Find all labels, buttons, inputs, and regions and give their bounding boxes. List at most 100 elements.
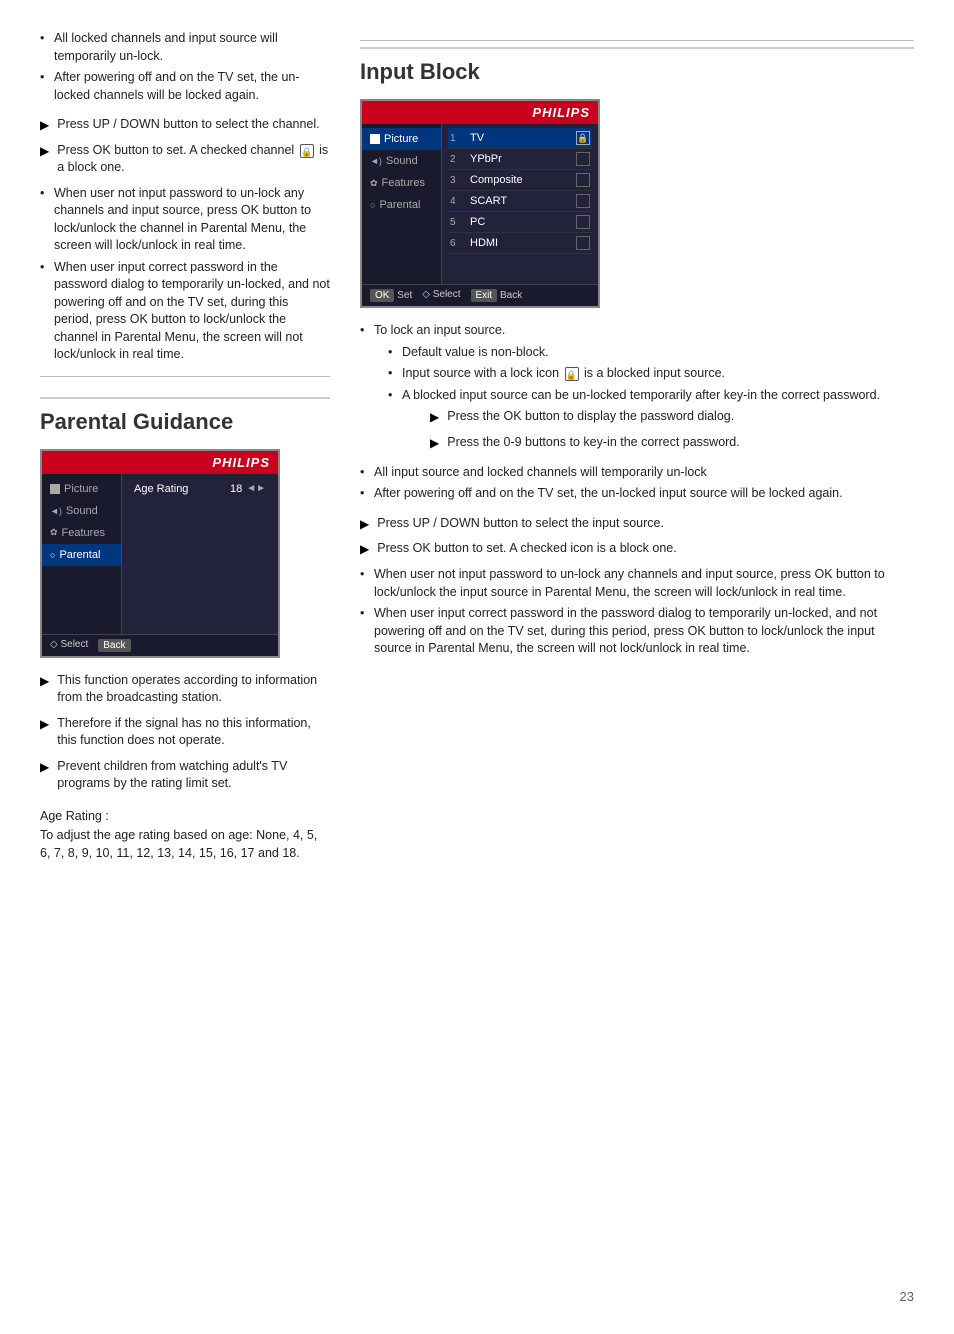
arrow-icon: ▶	[430, 409, 439, 426]
tv-menu-body: Picture ◄) Sound ✿ Features ○ Parental	[42, 474, 278, 634]
sidebar-item-sound[interactable]: ◄) Sound	[42, 500, 121, 522]
row-num: 3	[450, 175, 464, 186]
sound-icon: ◄)	[50, 506, 62, 516]
arrow-text: Press the 0-9 buttons to key-in the corr…	[447, 434, 914, 452]
tv-footer: ◇ Select Back	[42, 634, 278, 656]
row-label: PC	[470, 216, 570, 228]
sub-arrow-1: ▶ Press the OK button to display the pas…	[430, 408, 914, 426]
check-empty-icon	[576, 215, 590, 229]
pg-age-rating-row: Age Rating 18 ◄►	[128, 478, 272, 500]
age-rating-desc: To adjust the age rating based on age: N…	[40, 826, 330, 864]
picture-icon	[370, 134, 380, 144]
sidebar-label: Picture	[384, 133, 418, 145]
input-row-ypbpr: 2 YPbPr	[448, 149, 592, 170]
age-rating-value: 18	[230, 483, 242, 495]
bullet-item: When user not input password to un-lock …	[360, 566, 914, 601]
row-label: HDMI	[470, 237, 570, 249]
arrow-text: Press UP / DOWN button to select the cha…	[57, 116, 330, 134]
row-label: Composite	[470, 174, 570, 186]
check-empty-icon	[576, 152, 590, 166]
mid-bullet-list: When user not input password to un-lock …	[40, 185, 330, 364]
arrow-text: Press UP / DOWN button to select the inp…	[377, 515, 914, 533]
parental-guidance-menu: PHILIPS Picture ◄) Sound ✿ Features	[40, 449, 280, 658]
parental-guidance-title: Parental Guidance	[40, 397, 330, 435]
top-divider	[360, 40, 914, 41]
section-divider	[40, 376, 330, 377]
arrow-icon: ▶	[430, 435, 439, 452]
exit-btn[interactable]: Exit	[471, 289, 498, 302]
arrow-item-2: ▶ Press OK button to set. A checked chan…	[40, 142, 330, 177]
check-empty-icon	[576, 173, 590, 187]
input-block-title: Input Block	[360, 47, 914, 85]
left-column: All locked channels and input source wil…	[40, 30, 330, 863]
age-rating-label: Age Rating	[134, 483, 230, 495]
input-row-scart: 4 SCART	[448, 191, 592, 212]
sub-bullet-list: Default value is non-block. Input source…	[388, 344, 914, 452]
sidebar-item-features[interactable]: ✿ Features	[362, 172, 441, 194]
select-btn: ◇ Select	[50, 639, 88, 652]
row-num: 5	[450, 217, 464, 228]
arrow-icon: ▶	[360, 516, 369, 533]
features-icon: ✿	[50, 527, 58, 538]
sidebar-label: Parental	[379, 199, 420, 211]
parental-arrow-3: ▶ Prevent children from watching adult's…	[40, 758, 330, 793]
sidebar-item-picture[interactable]: Picture	[42, 478, 121, 500]
page-number: 23	[900, 1289, 914, 1304]
pg-arrows: ◄►	[246, 483, 266, 494]
input-block-menu: PHILIPS Picture ◄) Sound ✿ Features	[360, 99, 600, 308]
sidebar-item-picture[interactable]: Picture	[362, 128, 441, 150]
arrow-text: Press OK button to set. A checked channe…	[57, 142, 330, 177]
sidebar-item-sound[interactable]: ◄) Sound	[362, 150, 441, 172]
tv-footer: OK Set ◇ Select Exit Back	[362, 284, 598, 306]
lock-checked-icon: 🔒	[576, 131, 590, 145]
sidebar-item-parental[interactable]: ○ Parental	[42, 544, 121, 566]
sidebar-item-features[interactable]: ✿ Features	[42, 522, 121, 544]
sub-bullet-item: Default value is non-block.	[388, 344, 914, 362]
tv-sidebar: Picture ◄) Sound ✿ Features ○ Parental	[42, 474, 122, 634]
sub-arrow-2: ▶ Press the 0-9 buttons to key-in the co…	[430, 434, 914, 452]
bullet-item: When user input correct password in the …	[40, 259, 330, 364]
tv-brand: PHILIPS	[42, 451, 278, 474]
sound-icon: ◄)	[370, 156, 382, 166]
top-bullet-list: All locked channels and input source wil…	[40, 30, 330, 104]
right-arrow-1: ▶ Press UP / DOWN button to select the i…	[360, 515, 914, 533]
parental-icon: ○	[50, 550, 55, 560]
back-btn[interactable]: Back	[98, 639, 130, 652]
arrow-icon: ▶	[40, 143, 49, 160]
row-label: SCART	[470, 195, 570, 207]
bullet-item: After powering off and on the TV set, th…	[40, 69, 330, 104]
input-row-tv: 1 TV 🔒	[448, 128, 592, 149]
ok-btn[interactable]: OK	[370, 289, 394, 302]
bullet-item: All input source and locked channels wil…	[360, 464, 914, 482]
bullet-item: To lock an input source. Default value i…	[360, 322, 914, 452]
back-area: Exit Back	[471, 289, 523, 302]
tv-brand: PHILIPS	[362, 101, 598, 124]
bullet-item: All locked channels and input source wil…	[40, 30, 330, 65]
sidebar-label: Sound	[386, 155, 418, 167]
tv-content-area: Age Rating 18 ◄►	[122, 474, 278, 634]
arrow-text: Press OK button to set. A checked icon i…	[377, 540, 914, 558]
lock-icon-inline: 🔒	[565, 367, 579, 381]
row-num: 4	[450, 196, 464, 207]
row-num: 2	[450, 154, 464, 165]
select-area: ◇ Select	[422, 289, 460, 302]
check-empty-icon	[576, 236, 590, 250]
page-layout: All locked channels and input source wil…	[40, 30, 914, 863]
arrow-icon: ▶	[40, 117, 49, 134]
arrow-icon: ▶	[40, 673, 49, 690]
row-num: 6	[450, 238, 464, 249]
sidebar-item-parental[interactable]: ○ Parental	[362, 194, 441, 216]
arrow-text: This function operates according to info…	[57, 672, 330, 707]
input-row-composite: 3 Composite	[448, 170, 592, 191]
bullet-item: When user not input password to un-lock …	[40, 185, 330, 255]
age-rating-section: Age Rating : To adjust the age rating ba…	[40, 807, 330, 863]
sidebar-label: Sound	[66, 505, 98, 517]
right-top-bullets: To lock an input source. Default value i…	[360, 322, 914, 503]
right-arrow-2: ▶ Press OK button to set. A checked icon…	[360, 540, 914, 558]
tv-sidebar: Picture ◄) Sound ✿ Features ○ Parental	[362, 124, 442, 284]
row-num: 1	[450, 133, 464, 144]
arrow-icon: ▶	[40, 716, 49, 733]
input-row-pc: 5 PC	[448, 212, 592, 233]
arrow-icon: ▶	[360, 541, 369, 558]
sub-bullet-item: Input source with a lock icon 🔒 is a blo…	[388, 365, 914, 383]
